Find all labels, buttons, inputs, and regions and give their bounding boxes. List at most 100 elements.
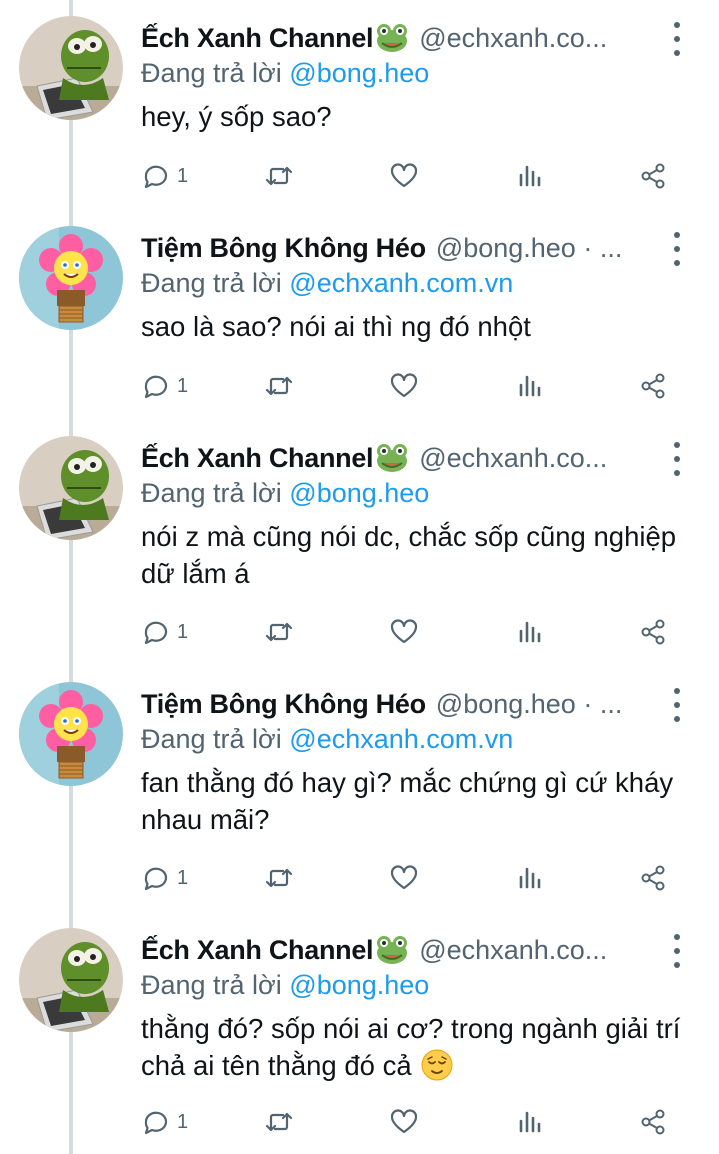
frog-emoji [375, 21, 409, 55]
like-icon [390, 865, 418, 890]
reply-icon [144, 621, 168, 645]
like-icon [390, 163, 418, 188]
views-icon [519, 867, 541, 889]
like-button[interactable] [389, 1102, 419, 1142]
like-button[interactable] [389, 156, 419, 196]
share-icon [641, 865, 665, 891]
share-button[interactable] [638, 612, 668, 652]
tweet-text: hey, ý sốp sao? [141, 101, 332, 132]
more-icon[interactable] [665, 442, 689, 476]
author-name[interactable]: Ếch Xanh Channel [141, 23, 374, 54]
author-handle[interactable]: @bong.heo · ... [436, 689, 696, 720]
reply-button[interactable]: 1 [141, 1102, 188, 1142]
author-handle[interactable]: @echxanh.co... [419, 23, 696, 54]
avatar[interactable] [19, 928, 123, 1032]
reply-prefix: Đang trả lời [141, 724, 282, 754]
author-name[interactable]: Ếch Xanh Channel [141, 935, 374, 966]
retweet-button[interactable] [264, 858, 294, 898]
views-button[interactable] [515, 1102, 545, 1142]
action-bar: 1 [141, 858, 701, 898]
replying-to: Đang trả lời @bong.heo [141, 58, 429, 89]
tweet-text-body: thằng đó? sốp nói ai cơ? trong ngành giả… [141, 1013, 681, 1081]
views-button[interactable] [515, 366, 545, 406]
more-icon[interactable] [665, 688, 689, 722]
like-icon [390, 619, 418, 644]
more-icon[interactable] [665, 232, 689, 266]
retweet-icon [265, 166, 293, 186]
views-button[interactable] [515, 858, 545, 898]
tweet[interactable]: Tiệm Bông Không Héo @bong.heo · ... Đang… [0, 220, 719, 430]
avatar[interactable] [19, 436, 123, 540]
retweet-button[interactable] [264, 366, 294, 406]
mention-link[interactable]: @echxanh.com.vn [289, 724, 513, 754]
share-icon [641, 373, 665, 399]
tweet[interactable]: Ếch Xanh Channel @echxanh.co... Đang trả… [0, 430, 719, 676]
tweet-text: sao là sao? nói ai thì ng đó nhột [141, 311, 531, 342]
reply-icon [144, 867, 168, 891]
mention-link[interactable]: @bong.heo [289, 58, 429, 88]
tweet-text: fan thằng đó hay gì? mắc chứng gì cứ khá… [141, 767, 674, 835]
reply-button[interactable]: 1 [141, 858, 188, 898]
retweet-icon [265, 868, 293, 888]
frog-emoji [375, 933, 409, 967]
retweet-button[interactable] [264, 156, 294, 196]
action-bar: 1 [141, 366, 701, 406]
retweet-icon [265, 622, 293, 642]
mention-link[interactable]: @bong.heo [289, 970, 429, 1000]
author-name[interactable]: Ếch Xanh Channel [141, 443, 374, 474]
tweet[interactable]: Ếch Xanh Channel @echxanh.co... Đang trả… [0, 922, 719, 1154]
reply-icon [144, 1111, 168, 1135]
more-icon[interactable] [665, 22, 689, 56]
like-button[interactable] [389, 858, 419, 898]
author-handle[interactable]: @echxanh.co... [419, 935, 696, 966]
retweet-button[interactable] [264, 612, 294, 652]
relieved-face-emoji [421, 1049, 453, 1081]
like-button[interactable] [389, 612, 419, 652]
mention-link[interactable]: @echxanh.com.vn [289, 268, 513, 298]
share-button[interactable] [638, 156, 668, 196]
tweet-header: Tiệm Bông Không Héo @bong.heo · ... [141, 684, 696, 724]
reply-count: 1 [177, 866, 189, 889]
views-icon [519, 621, 541, 643]
reply-icon [144, 375, 168, 399]
replying-to: Đang trả lời @echxanh.com.vn [141, 268, 513, 299]
views-button[interactable] [515, 612, 545, 652]
reply-button[interactable]: 1 [141, 366, 188, 406]
avatar[interactable] [19, 226, 123, 330]
reply-count: 1 [177, 374, 189, 397]
author-name[interactable]: Tiệm Bông Không Héo [141, 689, 426, 720]
share-icon [641, 163, 665, 189]
views-icon [519, 375, 541, 397]
reply-prefix: Đang trả lời [141, 970, 282, 1000]
tweet[interactable]: Tiệm Bông Không Héo @bong.heo · ... Đang… [0, 676, 719, 922]
reply-prefix: Đang trả lời [141, 478, 282, 508]
like-button[interactable] [389, 366, 419, 406]
views-icon [519, 165, 541, 187]
share-button[interactable] [638, 366, 668, 406]
author-handle[interactable]: @bong.heo · ... [436, 233, 696, 264]
frog-emoji [375, 441, 409, 475]
mention-link[interactable]: @bong.heo [289, 478, 429, 508]
author-name[interactable]: Tiệm Bông Không Héo [141, 233, 426, 264]
share-icon [641, 619, 665, 645]
tweet[interactable]: Ếch Xanh Channel @echxanh.co... Đang trả… [0, 10, 719, 220]
more-icon[interactable] [665, 934, 689, 968]
replying-to: Đang trả lời @bong.heo [141, 970, 429, 1001]
avatar[interactable] [19, 16, 123, 120]
tweet-header: Ếch Xanh Channel @echxanh.co... [141, 438, 696, 478]
like-icon [390, 373, 418, 398]
like-icon [390, 1109, 418, 1134]
reply-button[interactable]: 1 [141, 156, 188, 196]
retweet-icon [265, 1112, 293, 1132]
retweet-button[interactable] [264, 1102, 294, 1142]
share-button[interactable] [638, 858, 668, 898]
tweet-header: Ếch Xanh Channel @echxanh.co... [141, 930, 696, 970]
tweet-header: Ếch Xanh Channel @echxanh.co... [141, 18, 696, 58]
views-button[interactable] [515, 156, 545, 196]
replying-to: Đang trả lời @bong.heo [141, 478, 429, 509]
avatar[interactable] [19, 682, 123, 786]
author-handle[interactable]: @echxanh.co... [419, 443, 696, 474]
share-button[interactable] [638, 1102, 668, 1142]
reply-button[interactable]: 1 [141, 612, 188, 652]
reply-prefix: Đang trả lời [141, 268, 282, 298]
